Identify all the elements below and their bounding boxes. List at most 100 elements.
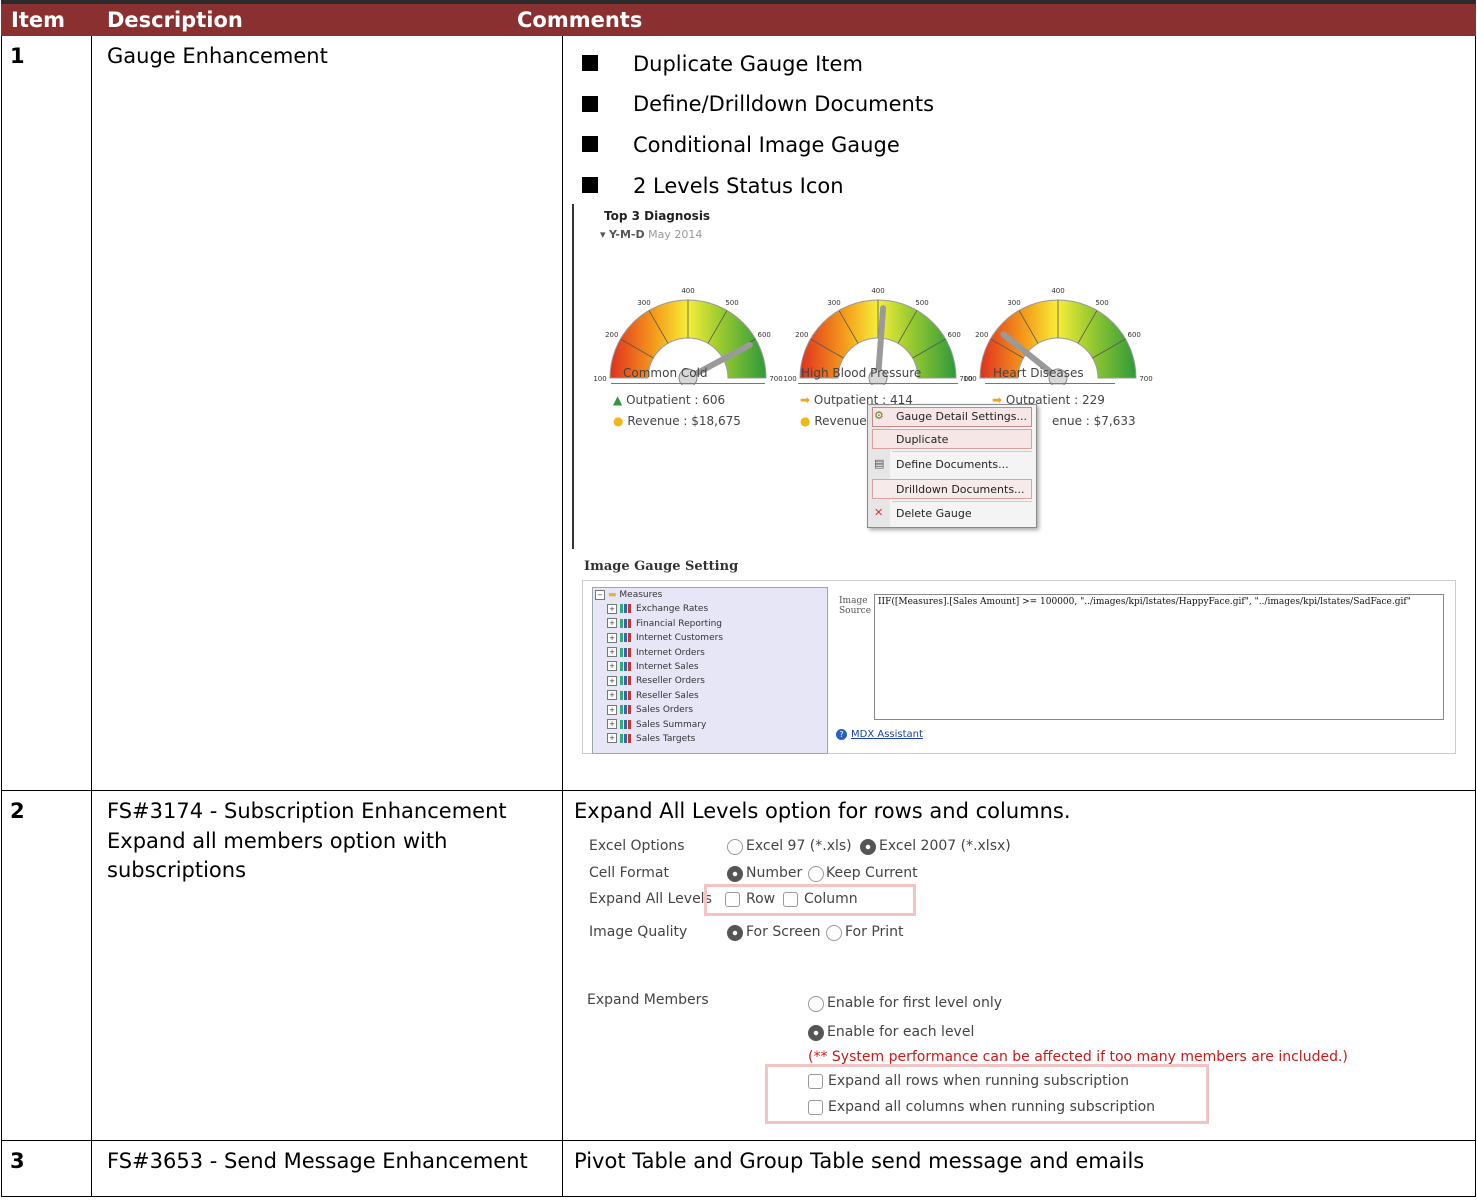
collapse-icon[interactable]: − <box>595 589 605 600</box>
expand-icon[interactable]: + <box>607 632 617 643</box>
expand-columns-checkbox[interactable] <box>808 1100 823 1115</box>
gear-icon: ⚙ <box>874 409 884 422</box>
arrow-up-icon: ▲ <box>613 393 623 407</box>
gauge-underline <box>798 383 958 384</box>
expand-icon[interactable]: + <box>607 719 617 730</box>
gauge-tick-label: 500 <box>1095 299 1108 307</box>
excel97-radio[interactable] <box>727 839 743 855</box>
expand-icon[interactable]: + <box>607 690 617 701</box>
gauge-stat-1: ▲ Outpatient : 606 <box>613 393 726 407</box>
keep-current-radio[interactable] <box>808 866 824 882</box>
expand-icon[interactable]: + <box>607 647 617 658</box>
menu-item-define-documents[interactable]: Define Documents... <box>896 458 1009 471</box>
gauge-tick-label: 300 <box>1007 299 1020 307</box>
excel2007-radio[interactable] <box>860 839 876 855</box>
row2-description-1: FS#3174 - Subscription Enhancement <box>107 799 507 823</box>
tree-node[interactable]: + Financial Reporting <box>593 617 827 631</box>
row-checkbox[interactable] <box>725 892 740 907</box>
chart-icon <box>620 618 632 628</box>
status-circle-icon: ● <box>800 414 811 428</box>
gauge-tick-label: 600 <box>758 331 771 339</box>
chart-icon <box>620 733 632 743</box>
menu-item-gauge-settings[interactable]: Gauge Detail Settings... <box>896 410 1027 423</box>
tree-node[interactable]: + Internet Orders <box>593 646 827 660</box>
number-radio[interactable] <box>727 866 743 882</box>
gauge-tick-label: 200 <box>975 331 988 339</box>
folder-icon: ▬ <box>608 590 617 600</box>
expand-icon[interactable]: + <box>607 603 617 614</box>
gauge-tick-label: 600 <box>948 331 961 339</box>
expand-all-levels-label: Expand All Levels <box>589 891 712 907</box>
gauge-underline <box>611 383 765 384</box>
header-description: Description <box>107 8 243 32</box>
row2-item: 2 <box>10 799 25 823</box>
tree-node[interactable]: + Sales Targets <box>593 732 827 746</box>
measures-tree[interactable]: − ▬ Measures + Exchange Rates + Financial R… <box>592 587 828 754</box>
expand-icon[interactable]: + <box>607 704 617 715</box>
expand-rows-label: Expand all rows when running subscriptio… <box>828 1073 1129 1089</box>
chart-icon <box>620 604 632 614</box>
tree-node[interactable]: + Sales Orders <box>593 703 827 717</box>
gauge-name-2: High Blood Pressure <box>801 366 922 380</box>
gauge-panel-title: Top 3 Diagnosis <box>604 209 711 223</box>
keep-current-label: Keep Current <box>826 865 918 881</box>
tree-node[interactable]: + Internet Sales <box>593 660 827 674</box>
for-print-radio[interactable] <box>826 925 842 941</box>
tree-node[interactable]: + Sales Summary <box>593 718 827 732</box>
document-icon: ▤ <box>874 457 885 470</box>
col-divider-2 <box>562 36 563 1196</box>
menu-item-duplicate[interactable]: Duplicate <box>896 433 948 446</box>
mdx-assistant-link[interactable]: MDX Assistant <box>851 729 923 740</box>
tree-node-root[interactable]: − ▬ Measures <box>593 588 827 602</box>
gauge-tick-label: 500 <box>725 299 738 307</box>
row1-item: 1 <box>10 44 25 68</box>
tree-node[interactable]: + Exchange Rates <box>593 602 827 616</box>
gauge-context-menu: ⚙ Gauge Detail Settings... Duplicate ▤ D… <box>867 404 1037 528</box>
tree-node[interactable]: + Reseller Sales <box>593 689 827 703</box>
expand-icon[interactable]: + <box>607 733 617 744</box>
menu-separator <box>892 501 1032 502</box>
bullet-item-1: Duplicate Gauge Item <box>633 52 863 76</box>
column-checkbox[interactable] <box>783 892 798 907</box>
menu-item-delete-gauge[interactable]: Delete Gauge <box>896 507 972 520</box>
number-label: Number <box>746 865 803 881</box>
help-icon[interactable]: ? <box>836 729 847 740</box>
expand-icon[interactable]: + <box>607 618 617 629</box>
menu-separator <box>892 451 1032 452</box>
tree-node[interactable]: + Reseller Orders <box>593 674 827 688</box>
row-divider-1 <box>1 790 1476 791</box>
first-level-radio[interactable] <box>808 996 824 1012</box>
expand-rows-checkbox[interactable] <box>808 1074 823 1089</box>
first-level-label: Enable for first level only <box>827 995 1002 1011</box>
row-label: Row <box>746 891 776 907</box>
chart-icon <box>620 633 632 643</box>
bullet-item-4: 2 Levels Status Icon <box>633 174 844 198</box>
chart-icon <box>620 661 632 671</box>
excel97-label: Excel 97 (*.xls) <box>746 838 852 854</box>
gauge-tick-label: 300 <box>637 299 650 307</box>
gauge-tick-label: 400 <box>871 287 884 295</box>
image-source-textarea[interactable] <box>874 594 1444 720</box>
bullet-icon <box>582 177 598 193</box>
gauge-tick-label: 700 <box>769 375 782 383</box>
expand-icon[interactable]: + <box>607 661 617 672</box>
chart-icon <box>620 647 632 657</box>
row2-description-2: Expand all members option with <box>107 829 448 853</box>
gauge-name-3: Heart Diseases <box>993 366 1084 380</box>
for-screen-radio[interactable] <box>727 925 743 941</box>
each-level-radio[interactable] <box>808 1025 824 1041</box>
table-border-bottom <box>1 1196 1476 1197</box>
gauge-name-1: Common Cold <box>623 366 708 380</box>
chart-icon <box>620 676 632 686</box>
tree-node[interactable]: + Internet Customers <box>593 631 827 645</box>
row3-description: FS#3653 - Send Message Enhancement <box>107 1149 528 1173</box>
image-source-label: Image Source <box>839 596 872 616</box>
gauge-tick-label: 300 <box>827 299 840 307</box>
expand-icon[interactable]: + <box>607 675 617 686</box>
gauge-tick-label: 100 <box>963 375 976 383</box>
gauge-tick-label: 200 <box>605 331 618 339</box>
menu-item-drilldown-documents[interactable]: Drilldown Documents... <box>896 483 1025 496</box>
bullet-icon <box>582 55 598 71</box>
gauge-period[interactable]: ▾ Y-M-D May 2014 <box>600 228 702 241</box>
gauge-revenue-1: ● Revenue : $18,675 <box>613 414 741 428</box>
